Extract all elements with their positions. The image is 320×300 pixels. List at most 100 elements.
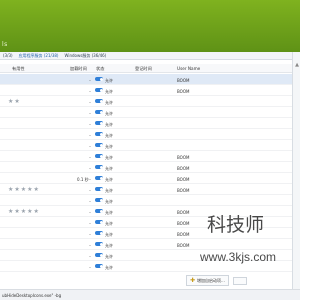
delay-dash: – — [89, 166, 91, 171]
delay-dash: – — [89, 254, 91, 259]
enable-toggle[interactable] — [95, 231, 103, 235]
delay-dash: – — [89, 89, 91, 94]
col-user[interactable]: User Name — [177, 66, 200, 71]
delay-dash: – — [89, 188, 91, 193]
add-startup-item-button[interactable]: ✚ 增加自启动项... — [186, 275, 229, 286]
table-header: 有用性 加载时间 状态 登记时间 User Name — [0, 64, 292, 73]
delay-dash: – — [89, 100, 91, 105]
state-label: 允许 — [105, 243, 113, 248]
delay-dash: – — [89, 243, 91, 248]
delay-dash: – — [89, 265, 91, 270]
table-row[interactable]: – 允许 — [0, 140, 292, 151]
enable-toggle[interactable] — [95, 77, 103, 81]
col-state[interactable]: 状态 — [96, 66, 104, 72]
enable-toggle[interactable] — [95, 253, 103, 257]
header-title-fragment: ls — [2, 41, 8, 48]
user-name: BOOM — [177, 210, 190, 215]
state-label: 允许 — [105, 188, 113, 193]
user-name: BOOM — [177, 166, 190, 171]
col-rating[interactable]: 有用性 — [12, 66, 25, 72]
rating-stars: ★★★★★ — [8, 186, 40, 193]
enable-toggle[interactable] — [95, 242, 103, 246]
status-command-path: ubHideDesktopIcons.exe" -bg — [2, 293, 62, 298]
user-name: BOOM — [177, 221, 190, 226]
user-name: BOOM — [177, 78, 190, 83]
delay-dash: – — [89, 78, 91, 83]
state-label: 允许 — [105, 199, 113, 204]
delay-dash: – — [89, 210, 91, 215]
tab-startup[interactable]: (3/3) — [0, 53, 16, 58]
state-label: 允许 — [105, 78, 113, 83]
enable-toggle[interactable] — [95, 198, 103, 202]
enable-toggle[interactable] — [95, 264, 103, 268]
delay-dash: – — [89, 144, 91, 149]
state-label: 允许 — [105, 265, 113, 270]
state-label: 允许 — [105, 122, 113, 127]
enable-toggle[interactable] — [95, 176, 103, 180]
table-row[interactable]: ★★★★★ – 允许 BOOM — [0, 184, 292, 195]
app-header: ls — [0, 0, 300, 52]
table-row[interactable]: – 允许 — [0, 107, 292, 118]
table-row[interactable]: 0.1 秒 – 允许 BOOM — [0, 173, 292, 184]
col-delay[interactable]: 加载时间 — [70, 66, 87, 72]
category-tabs: (3/3) 应用程序服务 (21/38) Windows服务 (36/46) — [0, 52, 292, 60]
user-name: BOOM — [177, 177, 190, 182]
enable-toggle[interactable] — [95, 99, 103, 103]
enable-toggle[interactable] — [95, 143, 103, 147]
state-label: 允许 — [105, 210, 113, 215]
state-label: 允许 — [105, 232, 113, 237]
user-name: BOOM — [177, 155, 190, 160]
user-name: BOOM — [177, 188, 190, 193]
delay-dash: – — [89, 221, 91, 226]
right-side-panel — [292, 52, 300, 300]
user-name: BOOM — [177, 89, 190, 94]
enable-toggle[interactable] — [95, 187, 103, 191]
delay-dash: – — [89, 199, 91, 204]
rating-stars: ★★★★★ — [8, 208, 40, 215]
enable-toggle[interactable] — [95, 110, 103, 114]
table-row[interactable]: – 允许 BOOM — [0, 74, 292, 85]
bottom-toolbar: ✚ 增加自启动项... — [186, 275, 247, 286]
delay-dash: – — [89, 232, 91, 237]
delay-dash: – — [89, 177, 91, 182]
state-label: 允许 — [105, 177, 113, 182]
table-row[interactable]: – 允许 BOOM — [0, 162, 292, 173]
table-row[interactable]: – 允许 BOOM — [0, 85, 292, 96]
state-label: 允许 — [105, 144, 113, 149]
delay-dash: – — [89, 111, 91, 116]
delay-dash: – — [89, 155, 91, 160]
rating-stars: ★★ — [8, 98, 21, 105]
enable-toggle[interactable] — [95, 88, 103, 92]
tab-windows-services[interactable]: Windows服务 (36/46) — [61, 53, 109, 59]
col-time[interactable]: 登记时间 — [135, 66, 152, 72]
watermark-text: 科技师 — [207, 214, 265, 236]
state-label: 允许 — [105, 166, 113, 171]
enable-toggle[interactable] — [95, 220, 103, 224]
table-row[interactable]: – 允许 — [0, 195, 292, 206]
state-label: 允许 — [105, 155, 113, 160]
enable-toggle[interactable] — [95, 165, 103, 169]
state-label: 允许 — [105, 254, 113, 259]
enable-toggle[interactable] — [95, 121, 103, 125]
enable-toggle[interactable] — [95, 209, 103, 213]
enable-toggle[interactable] — [95, 132, 103, 136]
user-name: BOOM — [177, 243, 190, 248]
table-row[interactable]: – 允许 BOOM — [0, 151, 292, 162]
delay-value: 0.1 秒 — [77, 177, 89, 182]
secondary-button[interactable] — [232, 276, 247, 285]
user-name: BOOM — [177, 232, 190, 237]
add-icon: ✚ — [190, 277, 196, 284]
state-label: 允许 — [105, 100, 113, 105]
tab-app-services[interactable]: 应用程序服务 (21/38) — [16, 53, 62, 59]
state-label: 允许 — [105, 221, 113, 226]
table-row[interactable]: – 允许 — [0, 129, 292, 140]
table-row[interactable]: ★★ – 允许 — [0, 96, 292, 107]
state-label: 允许 — [105, 133, 113, 138]
table-row[interactable]: – 允许 BOOM — [0, 239, 292, 250]
delay-dash: – — [89, 122, 91, 127]
table-row[interactable]: – 允许 — [0, 118, 292, 129]
state-label: 允许 — [105, 89, 113, 94]
scroll-up-icon[interactable]: ▲ — [295, 62, 299, 68]
enable-toggle[interactable] — [95, 154, 103, 158]
startup-table: – 允许 BOOM – 允许 BOOM ★★ – 允许 – 允许 – 允许 – 允许 – 允许 – 允许 BOOM – 允… — [0, 74, 292, 272]
